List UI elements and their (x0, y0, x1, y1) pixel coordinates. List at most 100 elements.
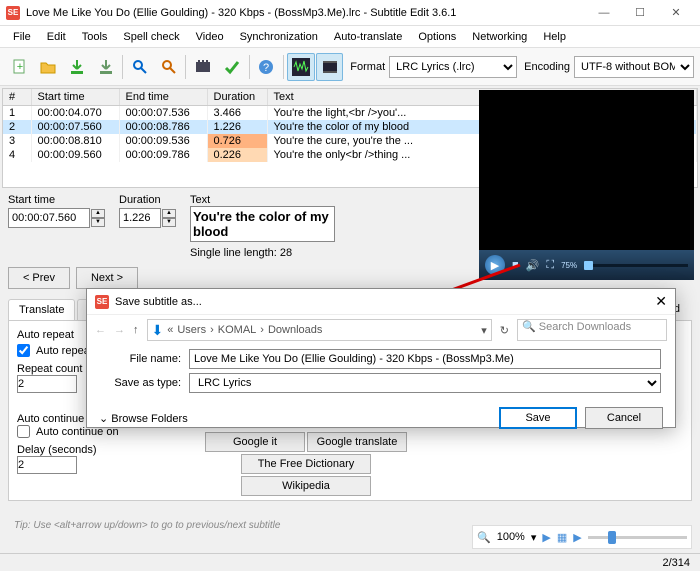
nav-back-icon[interactable]: ← (95, 324, 106, 336)
zoom-slider[interactable] (588, 536, 687, 539)
minimize-button[interactable]: — (586, 1, 622, 25)
menu-autotranslate[interactable]: Auto-translate (327, 29, 409, 45)
start-time-label: Start time (8, 194, 105, 206)
toolbar: + ? Format LRC Lyrics (.lrc) Encoding UT… (0, 48, 700, 86)
lookup-buttons: Google it Google translate The Free Dict… (205, 432, 407, 496)
replace-icon[interactable] (155, 53, 183, 81)
video-icon[interactable] (316, 53, 344, 81)
encoding-select[interactable]: UTF-8 without BOM (574, 56, 694, 78)
breadcrumb[interactable]: ⬇ « Users› KOMAL› Downloads ▾ (147, 319, 492, 341)
text-input[interactable]: You're the color of my blood (190, 206, 335, 242)
col-end[interactable]: End time (119, 89, 207, 106)
encoding-label: Encoding (524, 61, 570, 73)
close-button[interactable]: ✕ (658, 1, 694, 25)
grid-icon[interactable]: ▦ (557, 531, 567, 544)
crumb-komal[interactable]: KOMAL (218, 324, 257, 336)
tip-text: Tip: Use <alt+arrow up/down> to go to pr… (14, 520, 280, 531)
savetype-select[interactable]: LRC Lyrics (189, 373, 661, 393)
maximize-button[interactable]: ☐ (622, 1, 658, 25)
browse-folders[interactable]: ⌄ Browse Folders (99, 412, 491, 425)
spellcheck-icon[interactable] (218, 53, 246, 81)
play-icon[interactable]: ▶ (485, 255, 505, 275)
start-time-input[interactable] (8, 208, 90, 228)
crumb-users[interactable]: Users (177, 324, 206, 336)
wikipedia-button[interactable]: Wikipedia (241, 476, 371, 496)
next-button[interactable]: Next > (76, 267, 138, 289)
menu-video[interactable]: Video (189, 29, 231, 45)
open-icon[interactable] (35, 53, 63, 81)
video-panel: ▶ ■ 🔊 ⛶ 75% (477, 88, 696, 282)
window-title: Love Me Like You Do (Ellie Goulding) - 3… (26, 7, 586, 19)
search-input[interactable]: 🔍 Search Downloads (517, 319, 667, 341)
menu-options[interactable]: Options (411, 29, 463, 45)
col-dur[interactable]: Duration (207, 89, 267, 106)
filename-input[interactable] (189, 349, 661, 369)
google-it-button[interactable]: Google it (205, 432, 305, 452)
menu-spellcheck[interactable]: Spell check (116, 29, 186, 45)
spin-up-icon[interactable]: ▲ (91, 209, 105, 218)
menubar: File Edit Tools Spell check Video Synchr… (0, 26, 700, 48)
fullscreen-icon[interactable]: ⛶ (546, 259, 554, 272)
dialog-app-icon: SE (95, 295, 109, 309)
delay-input[interactable] (17, 456, 77, 474)
duration-label: Duration (119, 194, 176, 206)
format-select[interactable]: LRC Lyrics (.lrc) (389, 56, 517, 78)
spin-down-icon[interactable]: ▼ (162, 218, 176, 227)
filename-label: File name: (101, 353, 181, 365)
savetype-label: Save as type: (101, 377, 181, 389)
duration-input[interactable] (119, 208, 161, 228)
dialog-title: Save subtitle as... (115, 296, 202, 308)
video-percent: 75% (561, 261, 577, 270)
menu-sync[interactable]: Synchronization (233, 29, 325, 45)
prev-button[interactable]: < Prev (8, 267, 70, 289)
menu-file[interactable]: File (6, 29, 38, 45)
menu-help[interactable]: Help (536, 29, 573, 45)
svg-text:?: ? (263, 62, 269, 74)
app-icon: SE (6, 6, 20, 20)
menu-networking[interactable]: Networking (465, 29, 534, 45)
down-arrow-icon[interactable]: ⬇ (152, 322, 164, 339)
find-icon[interactable] (126, 53, 154, 81)
save-dialog: SE Save subtitle as... ✕ ← → ↑ ⬇ « Users… (86, 288, 676, 428)
format-label: Format (350, 61, 385, 73)
spin-up-icon[interactable]: ▲ (162, 209, 176, 218)
repeat-count-input[interactable] (17, 375, 77, 393)
dialog-close-icon[interactable]: ✕ (655, 293, 667, 310)
visual-sync-icon[interactable] (189, 53, 217, 81)
help-icon[interactable]: ? (253, 53, 281, 81)
statusbar: 2/314 (0, 553, 700, 571)
prev-marker-icon[interactable]: ▶ (542, 531, 550, 544)
zoom-value: 100% (497, 531, 525, 543)
auto-continue-checkbox[interactable] (17, 425, 30, 438)
video-controls: ▶ ■ 🔊 ⛶ 75% (479, 250, 694, 280)
free-dictionary-button[interactable]: The Free Dictionary (241, 454, 371, 474)
crumb-downloads[interactable]: Downloads (268, 324, 322, 336)
titlebar: SE Love Me Like You Do (Ellie Goulding) … (0, 0, 700, 26)
refresh-icon[interactable]: ↻ (500, 324, 509, 337)
svg-text:+: + (17, 61, 23, 73)
menu-edit[interactable]: Edit (40, 29, 73, 45)
stop-icon[interactable]: ■ (512, 259, 519, 271)
google-translate-button[interactable]: Google translate (307, 432, 407, 452)
video-progress[interactable] (584, 264, 688, 267)
cancel-button[interactable]: Cancel (585, 407, 663, 429)
save-icon[interactable] (63, 53, 91, 81)
col-start[interactable]: Start time (31, 89, 119, 106)
auto-repeat-checkbox[interactable] (17, 344, 30, 357)
spin-down-icon[interactable]: ▼ (91, 218, 105, 227)
col-num[interactable]: # (3, 89, 31, 106)
save-button[interactable]: Save (499, 407, 577, 429)
next-marker-icon[interactable]: ▶ (573, 531, 581, 544)
zoom-out-icon[interactable]: 🔍 (477, 531, 491, 544)
new-icon[interactable]: + (6, 53, 34, 81)
video-area[interactable]: ▶ ■ 🔊 ⛶ 75% (479, 90, 694, 280)
menu-tools[interactable]: Tools (75, 29, 115, 45)
volume-icon[interactable]: 🔊 (526, 259, 540, 272)
saveas-icon[interactable] (92, 53, 120, 81)
zoom-in-icon[interactable]: ▾ (531, 531, 537, 544)
status-position: 2/314 (662, 557, 690, 569)
waveform-icon[interactable] (287, 53, 315, 81)
nav-fwd-icon[interactable]: → (114, 324, 125, 336)
nav-up-icon[interactable]: ↑ (133, 324, 139, 336)
tab-translate[interactable]: Translate (8, 299, 75, 320)
